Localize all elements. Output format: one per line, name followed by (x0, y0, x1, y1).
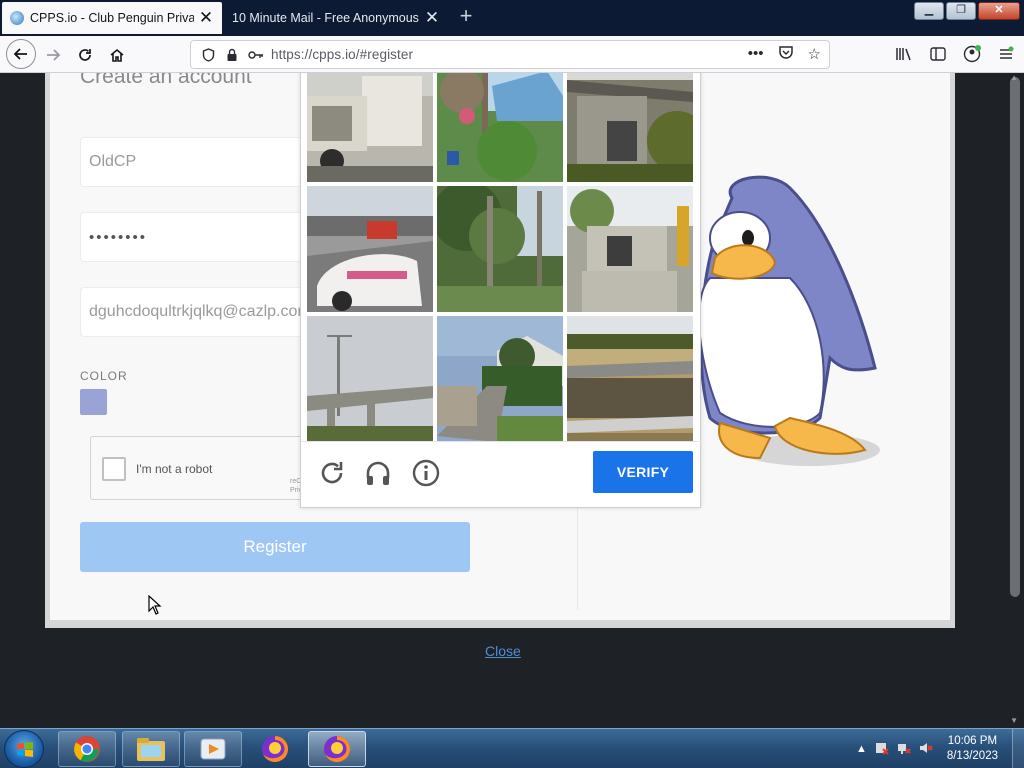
forward-arrow-icon[interactable] (40, 42, 66, 68)
network-icon[interactable] (897, 741, 911, 758)
address-bar[interactable]: https://cpps.io/#register ••• ☆ (190, 40, 830, 69)
taskbar-chrome[interactable] (58, 731, 116, 767)
clock-time: 10:06 PM (947, 735, 998, 747)
tab-cpps[interactable]: CPPS.io - Club Penguin Private ✕ (2, 2, 222, 34)
show-desktop-button[interactable] (1012, 729, 1024, 768)
page-title: Create an account (80, 73, 252, 88)
username-field[interactable]: OldCP (80, 137, 310, 187)
chrome-icon (74, 736, 100, 762)
captcha-divider (301, 441, 702, 442)
window-controls: ▁ ❐ ✕ (914, 2, 1020, 20)
volume-muted-icon[interactable] (919, 741, 933, 758)
captcha-tile[interactable] (437, 73, 563, 192)
shield-icon[interactable] (199, 46, 217, 64)
restore-button[interactable]: ❐ (946, 2, 976, 20)
captcha-tile[interactable] (567, 186, 693, 312)
taskbar-firefox-active[interactable] (308, 731, 366, 767)
close-link[interactable]: Close (485, 643, 521, 659)
audio-icon[interactable] (363, 458, 393, 488)
system-tray: ▲ 10:06 PM 8/13/2023 (856, 729, 1024, 768)
file-explorer-icon (137, 738, 165, 761)
media-player-icon (200, 738, 226, 760)
color-picker[interactable] (80, 389, 107, 415)
minimize-button[interactable]: ▁ (914, 2, 944, 20)
url-text: https://cpps.io/#register (271, 47, 414, 62)
recaptcha-label: I'm not a robot (136, 462, 213, 476)
bookmark-star-icon[interactable]: ☆ (808, 45, 821, 63)
captcha-challenge: VERIFY (300, 73, 702, 508)
lock-icon[interactable] (223, 46, 241, 64)
page-viewport: Create an account OldCP •••••••• dguhcdo… (0, 73, 1024, 728)
windows-taskbar: ▲ 10:06 PM 8/13/2023 (0, 728, 1024, 768)
taskbar-clock[interactable]: 10:06 PM 8/13/2023 (947, 734, 998, 764)
captcha-tile[interactable] (307, 186, 433, 312)
page-scrollbar[interactable] (1010, 77, 1020, 597)
pocket-icon[interactable] (778, 45, 794, 63)
navigation-toolbar: https://cpps.io/#register ••• ☆ (0, 36, 1024, 73)
captcha-tile[interactable] (307, 316, 433, 442)
reload-icon[interactable] (317, 458, 347, 488)
show-hidden-icons-icon[interactable]: ▲ (856, 743, 867, 755)
captcha-tile[interactable] (567, 316, 693, 442)
penguin-illustration (698, 175, 880, 466)
email-field[interactable]: dguhcdoqultrkjqlkq@cazlp.com (80, 287, 310, 337)
clock-date: 8/13/2023 (946, 750, 998, 762)
taskbar-firefox[interactable] (246, 731, 304, 767)
firefox-icon (324, 736, 350, 762)
tab-close-icon[interactable]: ✕ (424, 9, 440, 26)
account-icon[interactable] (960, 42, 984, 66)
captcha-tile[interactable] (437, 186, 563, 312)
tab-close-icon[interactable]: ✕ (198, 9, 214, 26)
sidebar-icon[interactable] (926, 42, 950, 66)
recaptcha-checkbox[interactable] (102, 457, 126, 481)
back-arrow-icon[interactable] (6, 39, 36, 69)
tab-10-minute-mail[interactable]: 10 Minute Mail - Free Anonymous ✕ (224, 2, 448, 34)
color-label: COLOR (80, 369, 128, 383)
close-window-button[interactable]: ✕ (978, 2, 1020, 20)
scroll-up-arrow-icon[interactable]: ▲ (1010, 73, 1018, 82)
tab-strip: CPPS.io - Club Penguin Private ✕ 10 Minu… (0, 0, 1024, 36)
cpps-favicon-icon (10, 11, 24, 25)
captcha-tile[interactable] (567, 73, 693, 192)
taskbar-file-explorer[interactable] (122, 731, 180, 767)
captcha-tile[interactable] (307, 73, 433, 192)
taskbar-media-player[interactable] (184, 731, 242, 767)
tab-title: CPPS.io - Club Penguin Private (30, 11, 194, 25)
password-field[interactable]: •••••••• (80, 212, 310, 262)
captcha-tile[interactable] (437, 316, 563, 442)
info-icon[interactable] (411, 458, 441, 488)
firefox-icon (262, 736, 288, 762)
verify-button[interactable]: VERIFY (593, 451, 693, 493)
action-center-icon[interactable] (875, 741, 889, 758)
more-actions-icon[interactable]: ••• (748, 45, 764, 63)
scroll-down-arrow-icon[interactable]: ▼ (1010, 716, 1018, 725)
library-icon[interactable] (892, 42, 916, 66)
register-button[interactable]: Register (80, 522, 470, 572)
key-icon[interactable] (247, 46, 265, 64)
windows-logo-icon (17, 742, 33, 757)
reload-icon[interactable] (72, 42, 98, 68)
start-button[interactable] (4, 730, 44, 768)
tab-title: 10 Minute Mail - Free Anonymous (232, 11, 419, 25)
recaptcha-widget: I'm not a robot reC Priv (90, 436, 310, 500)
mouse-cursor-icon (148, 595, 162, 615)
menu-icon[interactable] (994, 42, 1018, 66)
home-icon[interactable] (104, 42, 130, 68)
new-tab-button[interactable]: + (456, 5, 476, 27)
